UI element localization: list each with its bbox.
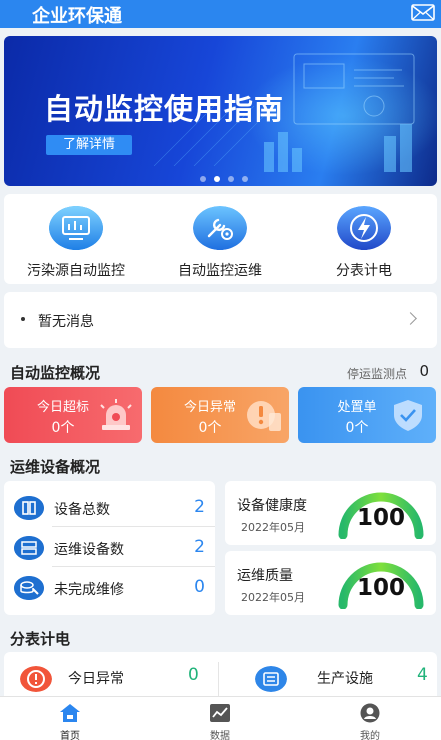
card-value: 0个 — [198, 420, 222, 436]
meter-label: 今日异常 — [68, 671, 124, 687]
mail-icon[interactable] — [411, 4, 435, 21]
gauge-title: 运维质量 — [237, 568, 293, 584]
gauge-date: 2022年05月 — [241, 591, 305, 604]
device-stat-label: 运维设备数 — [54, 542, 124, 558]
shield-check-icon — [394, 400, 422, 431]
card-value: 0个 — [51, 420, 75, 436]
device-stat-label: 设备总数 — [54, 502, 110, 518]
chart-icon — [210, 704, 230, 722]
monitor-screen-icon — [49, 206, 103, 250]
app-title: 企业环保通 — [32, 6, 122, 27]
quick-action-sub-metering[interactable]: 分表计电 — [294, 204, 434, 280]
quick-action-label: 污染源自动监控 — [27, 263, 125, 279]
section-title-sub-metering: 分表计电 — [10, 630, 71, 648]
banner-carousel[interactable]: 自动监控使用指南 了解详情 — [4, 36, 437, 186]
warning-badge-icon — [247, 401, 281, 431]
stopped-points-value: 0 — [419, 362, 429, 380]
carousel-dot[interactable] — [200, 176, 206, 182]
notice-text: 暂无消息 — [38, 314, 94, 330]
meter-value: 0 — [188, 665, 199, 685]
repair-icon — [14, 576, 44, 600]
tab-mine[interactable]: 我的 — [330, 697, 410, 740]
factory-list-icon — [255, 666, 287, 692]
carousel-dot[interactable] — [228, 176, 234, 182]
card-value: 0个 — [345, 420, 369, 436]
meter-label: 生产设施 — [317, 671, 373, 687]
tab-label: 首页 — [60, 731, 80, 740]
meter-item-today-abnormal[interactable]: 今日异常 0 — [4, 652, 218, 696]
device-rack-icon — [14, 536, 44, 560]
alert-circle-icon — [20, 666, 52, 692]
device-stat-value: 2 — [194, 537, 205, 557]
quick-action-pollution-monitor[interactable]: 污染源自动监控 — [6, 204, 146, 280]
chevron-right-icon — [404, 312, 417, 325]
quick-action-label: 分表计电 — [336, 263, 392, 279]
list-item-total-devices[interactable]: 设备总数 2 — [4, 487, 215, 527]
gauge-card-device-health[interactable]: 设备健康度 2022年05月 100 — [225, 481, 436, 545]
meter-item-production-facilities[interactable]: 生产设施 4 — [219, 652, 437, 696]
section-title-monitor-overview: 自动监控概况 — [10, 364, 101, 382]
lightning-icon — [337, 206, 391, 250]
list-item-maintained-devices[interactable]: 运维设备数 2 — [4, 527, 215, 567]
sub-metering-panel: 今日异常 0 生产设施 4 — [4, 652, 437, 696]
quick-action-monitor-maintenance[interactable]: 自动监控运维 — [150, 204, 290, 280]
device-stat-value: 2 — [194, 497, 205, 517]
device-stat-value: 0 — [194, 577, 205, 597]
app-header: 企业环保通 — [0, 0, 441, 28]
gauge-value: 100 — [356, 575, 405, 601]
device-stats-list: 设备总数 2 运维设备数 2 未完成维修 0 — [4, 481, 215, 615]
stopped-points-label: 停运监测点 — [346, 367, 407, 381]
wrench-gear-icon — [193, 206, 247, 250]
meter-value: 4 — [417, 665, 428, 685]
gauge-value: 100 — [356, 505, 405, 531]
device-stat-label: 未完成维修 — [54, 582, 124, 598]
alarm-light-icon — [100, 399, 132, 430]
server-icon — [14, 496, 44, 520]
section-title-device-overview: 运维设备概况 — [10, 458, 101, 476]
carousel-dot[interactable] — [242, 176, 248, 182]
gauge-date: 2022年05月 — [241, 521, 305, 534]
bottom-tab-bar: 首页 数据 我的 — [0, 696, 441, 740]
gauge-title: 设备健康度 — [237, 498, 307, 514]
tab-home[interactable]: 首页 — [30, 697, 110, 740]
carousel-dot-active[interactable] — [214, 176, 220, 182]
notice-bullet — [21, 317, 25, 321]
card-title: 今日异常 — [183, 400, 236, 415]
card-disposal-orders[interactable]: 处置单 0个 — [298, 387, 436, 443]
tab-label: 数据 — [210, 731, 230, 740]
card-today-exceed[interactable]: 今日超标 0个 — [4, 387, 142, 443]
gauge-card-maintenance-quality[interactable]: 运维质量 2022年05月 100 — [225, 551, 436, 615]
banner-learn-more-button[interactable]: 了解详情 — [46, 135, 132, 155]
card-title: 处置单 — [337, 400, 377, 415]
tab-label: 我的 — [360, 731, 380, 740]
home-icon — [60, 704, 80, 722]
tab-data[interactable]: 数据 — [180, 697, 260, 740]
quick-action-label: 自动监控运维 — [178, 263, 262, 279]
quick-actions: 污染源自动监控 自动监控运维 分表计电 — [4, 194, 437, 284]
message-notice[interactable]: 暂无消息 — [4, 292, 437, 348]
card-title: 今日超标 — [36, 400, 89, 415]
banner-title: 自动监控使用指南 — [44, 92, 285, 126]
list-item-unfinished-repairs[interactable]: 未完成维修 0 — [4, 567, 215, 607]
user-icon — [360, 703, 380, 723]
card-today-abnormal[interactable]: 今日异常 0个 — [151, 387, 289, 443]
